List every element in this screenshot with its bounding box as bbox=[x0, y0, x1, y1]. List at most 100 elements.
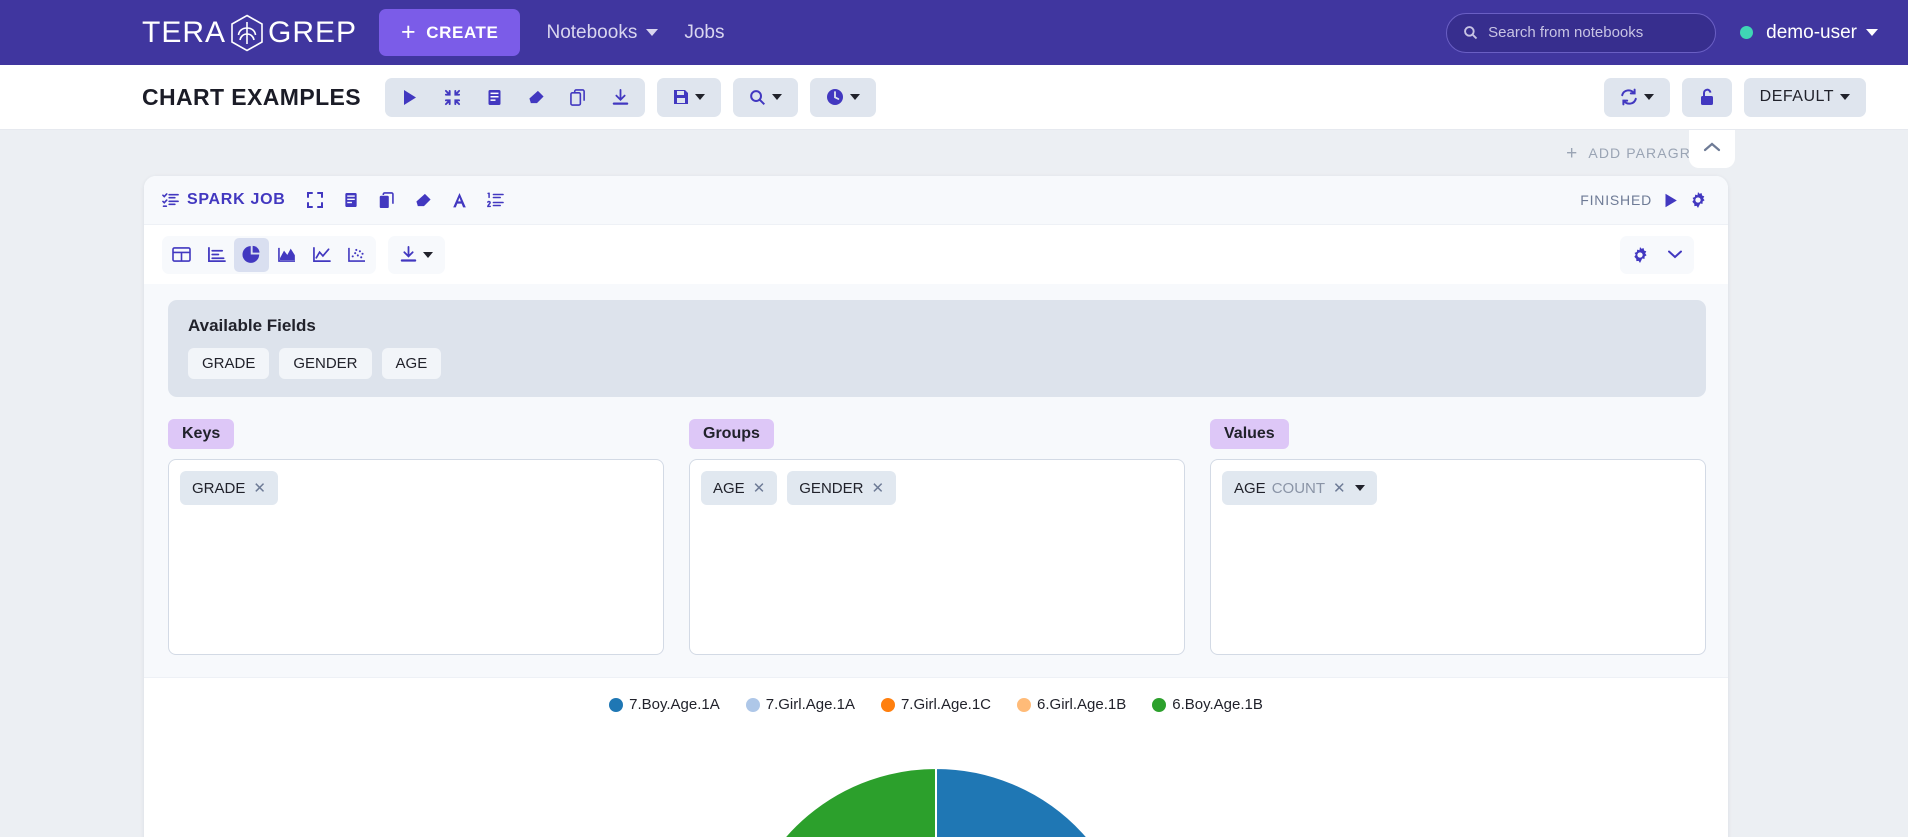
chart-type-bar[interactable] bbox=[199, 238, 234, 272]
legend-label: 7.Boy.Age.1A bbox=[629, 696, 720, 713]
note-header: CHART EXAMPLES DEFAULT bbox=[0, 65, 1908, 130]
notebook-workspace: + ADD PARAGRAPH SPARK JOB FINISHED Avail… bbox=[0, 130, 1908, 837]
version-control-group[interactable] bbox=[657, 77, 722, 117]
paragraph-settings-gear-icon[interactable] bbox=[1690, 192, 1706, 208]
chart-legend: 7.Boy.Age.1A 7.Girl.Age.1A 7.Girl.Age.1C… bbox=[144, 696, 1728, 713]
run-all-paragraphs-button[interactable] bbox=[389, 78, 431, 117]
chart-type-area[interactable] bbox=[269, 238, 304, 272]
legend-color-swatch bbox=[880, 697, 895, 712]
line-numbers-button[interactable] bbox=[479, 184, 511, 216]
export-note-button[interactable] bbox=[599, 78, 641, 117]
keys-pill-grade[interactable]: GRADE ✕ bbox=[180, 471, 278, 505]
font-size-button[interactable] bbox=[443, 184, 475, 216]
drop-zones: Keys GRADE ✕ Groups AGE ✕ GENDER ✕ Value… bbox=[168, 419, 1706, 655]
pie-chart[interactable] bbox=[144, 738, 1728, 837]
teragrep-flower-hex-logo-icon bbox=[230, 14, 264, 52]
pill-field-label: GENDER bbox=[799, 479, 864, 497]
chart-download-group[interactable] bbox=[388, 235, 445, 274]
paragraph-card: SPARK JOB FINISHED Available Fields GRAD… bbox=[144, 176, 1728, 837]
legend-item[interactable]: 6.Boy.Age.1B bbox=[1152, 696, 1263, 713]
chart-settings-gear-icon[interactable] bbox=[1622, 238, 1657, 272]
clear-output-button[interactable] bbox=[407, 184, 439, 216]
chevron-down-icon bbox=[646, 29, 659, 36]
chart-type-pie[interactable] bbox=[234, 237, 269, 272]
available-field-age[interactable]: AGE bbox=[381, 348, 442, 379]
pie-chart-svg[interactable] bbox=[706, 738, 1166, 837]
page-title: CHART EXAMPLES bbox=[142, 83, 362, 110]
available-field-gender[interactable]: GENDER bbox=[279, 348, 372, 379]
search-code-button[interactable] bbox=[737, 78, 794, 117]
interpreter-binding-group[interactable]: DEFAULT bbox=[1743, 77, 1866, 117]
zone-label-values: Values bbox=[1210, 419, 1289, 449]
show-hide-output-button[interactable] bbox=[335, 184, 367, 216]
chevron-down-icon bbox=[1643, 94, 1654, 100]
chart-download-button[interactable] bbox=[390, 238, 443, 272]
chevron-down-icon bbox=[423, 251, 433, 258]
chart-toolbar-right-group bbox=[1620, 235, 1706, 274]
top-navbar: TERA GREP + CREATE Notebooks Jobs Search… bbox=[0, 0, 1908, 65]
legend-label: 7.Girl.Age.1C bbox=[900, 696, 992, 713]
brand-text-tera: TERA bbox=[142, 15, 227, 49]
chevron-down-icon[interactable] bbox=[1354, 485, 1365, 491]
brand-logo[interactable]: TERA GREP bbox=[142, 14, 357, 52]
show-hide-all-code-button[interactable] bbox=[431, 78, 473, 117]
user-menu[interactable]: demo-user bbox=[1740, 22, 1878, 44]
create-button-label: CREATE bbox=[426, 22, 499, 42]
refresh-interpreter-group[interactable] bbox=[1603, 77, 1670, 117]
chart-type-line[interactable] bbox=[304, 238, 339, 272]
clone-note-button[interactable] bbox=[557, 78, 599, 117]
groups-drop-zone[interactable]: AGE ✕ GENDER ✕ bbox=[689, 459, 1185, 655]
remove-icon[interactable]: ✕ bbox=[1333, 479, 1346, 497]
interpreter-binding-button[interactable]: DEFAULT bbox=[1748, 78, 1862, 117]
scheduler-group[interactable] bbox=[810, 77, 877, 117]
legend-item[interactable]: 7.Girl.Age.1A bbox=[745, 696, 855, 713]
chevron-down-icon bbox=[1840, 94, 1850, 100]
keys-drop-zone[interactable]: GRADE ✕ bbox=[168, 459, 664, 655]
remove-icon[interactable]: ✕ bbox=[753, 479, 766, 497]
nav-jobs-label: Jobs bbox=[684, 21, 725, 43]
clear-all-output-button[interactable] bbox=[515, 78, 557, 117]
paragraph-status: FINISHED bbox=[1580, 192, 1706, 208]
collapse-header-button[interactable] bbox=[1689, 130, 1735, 168]
zone-keys: Keys GRADE ✕ bbox=[168, 419, 664, 655]
zone-values: Values AGE COUNT ✕ bbox=[1210, 419, 1706, 655]
legend-item[interactable]: 7.Boy.Age.1A bbox=[609, 696, 720, 713]
remove-icon[interactable]: ✕ bbox=[871, 479, 884, 497]
chart-settings-collapse-button[interactable] bbox=[1657, 238, 1692, 272]
pie-slice[interactable] bbox=[904, 766, 1136, 837]
chart-type-scatter[interactable] bbox=[339, 238, 374, 272]
navbar-right-group: Search from notebooks demo-user bbox=[1446, 12, 1878, 53]
search-input[interactable]: Search from notebooks bbox=[1446, 12, 1717, 53]
legend-label: 6.Boy.Age.1B bbox=[1172, 696, 1263, 713]
available-field-grade[interactable]: GRADE bbox=[188, 348, 270, 379]
scheduler-button[interactable] bbox=[814, 78, 872, 117]
version-control-button[interactable] bbox=[661, 78, 717, 117]
available-fields-list: GRADE GENDER AGE bbox=[188, 348, 1686, 379]
refresh-interpreter-button[interactable] bbox=[1608, 78, 1666, 117]
chart-type-table[interactable] bbox=[164, 238, 199, 272]
expand-paragraph-button[interactable] bbox=[299, 184, 331, 216]
groups-pill-age[interactable]: AGE ✕ bbox=[701, 471, 778, 505]
chevron-down-icon bbox=[850, 94, 861, 100]
show-hide-all-output-button[interactable] bbox=[473, 78, 515, 117]
spark-job-button[interactable]: SPARK JOB bbox=[162, 191, 285, 209]
chart-settings-group[interactable] bbox=[1620, 235, 1694, 274]
legend-item[interactable]: 7.Girl.Age.1C bbox=[880, 696, 992, 713]
chart-settings-panel: Available Fields GRADE GENDER AGE Keys G… bbox=[144, 284, 1728, 678]
create-button[interactable]: + CREATE bbox=[379, 9, 521, 56]
clone-paragraph-button[interactable] bbox=[371, 184, 403, 216]
chevron-up-icon bbox=[1703, 140, 1721, 158]
groups-pill-gender[interactable]: GENDER ✕ bbox=[787, 471, 897, 505]
legend-item[interactable]: 6.Girl.Age.1B bbox=[1017, 696, 1126, 713]
permissions-button[interactable] bbox=[1686, 78, 1728, 117]
legend-color-swatch bbox=[1017, 697, 1032, 712]
values-pill-age-count[interactable]: AGE COUNT ✕ bbox=[1222, 471, 1377, 505]
search-code-group[interactable] bbox=[733, 77, 799, 117]
values-drop-zone[interactable]: AGE COUNT ✕ bbox=[1210, 459, 1706, 655]
nav-notebooks[interactable]: Notebooks bbox=[546, 22, 659, 44]
nav-jobs[interactable]: Jobs bbox=[684, 22, 724, 44]
remove-icon[interactable]: ✕ bbox=[253, 479, 266, 497]
pie-slice[interactable] bbox=[736, 766, 937, 837]
run-paragraph-button[interactable] bbox=[1664, 193, 1678, 208]
permissions-group[interactable] bbox=[1681, 77, 1732, 117]
